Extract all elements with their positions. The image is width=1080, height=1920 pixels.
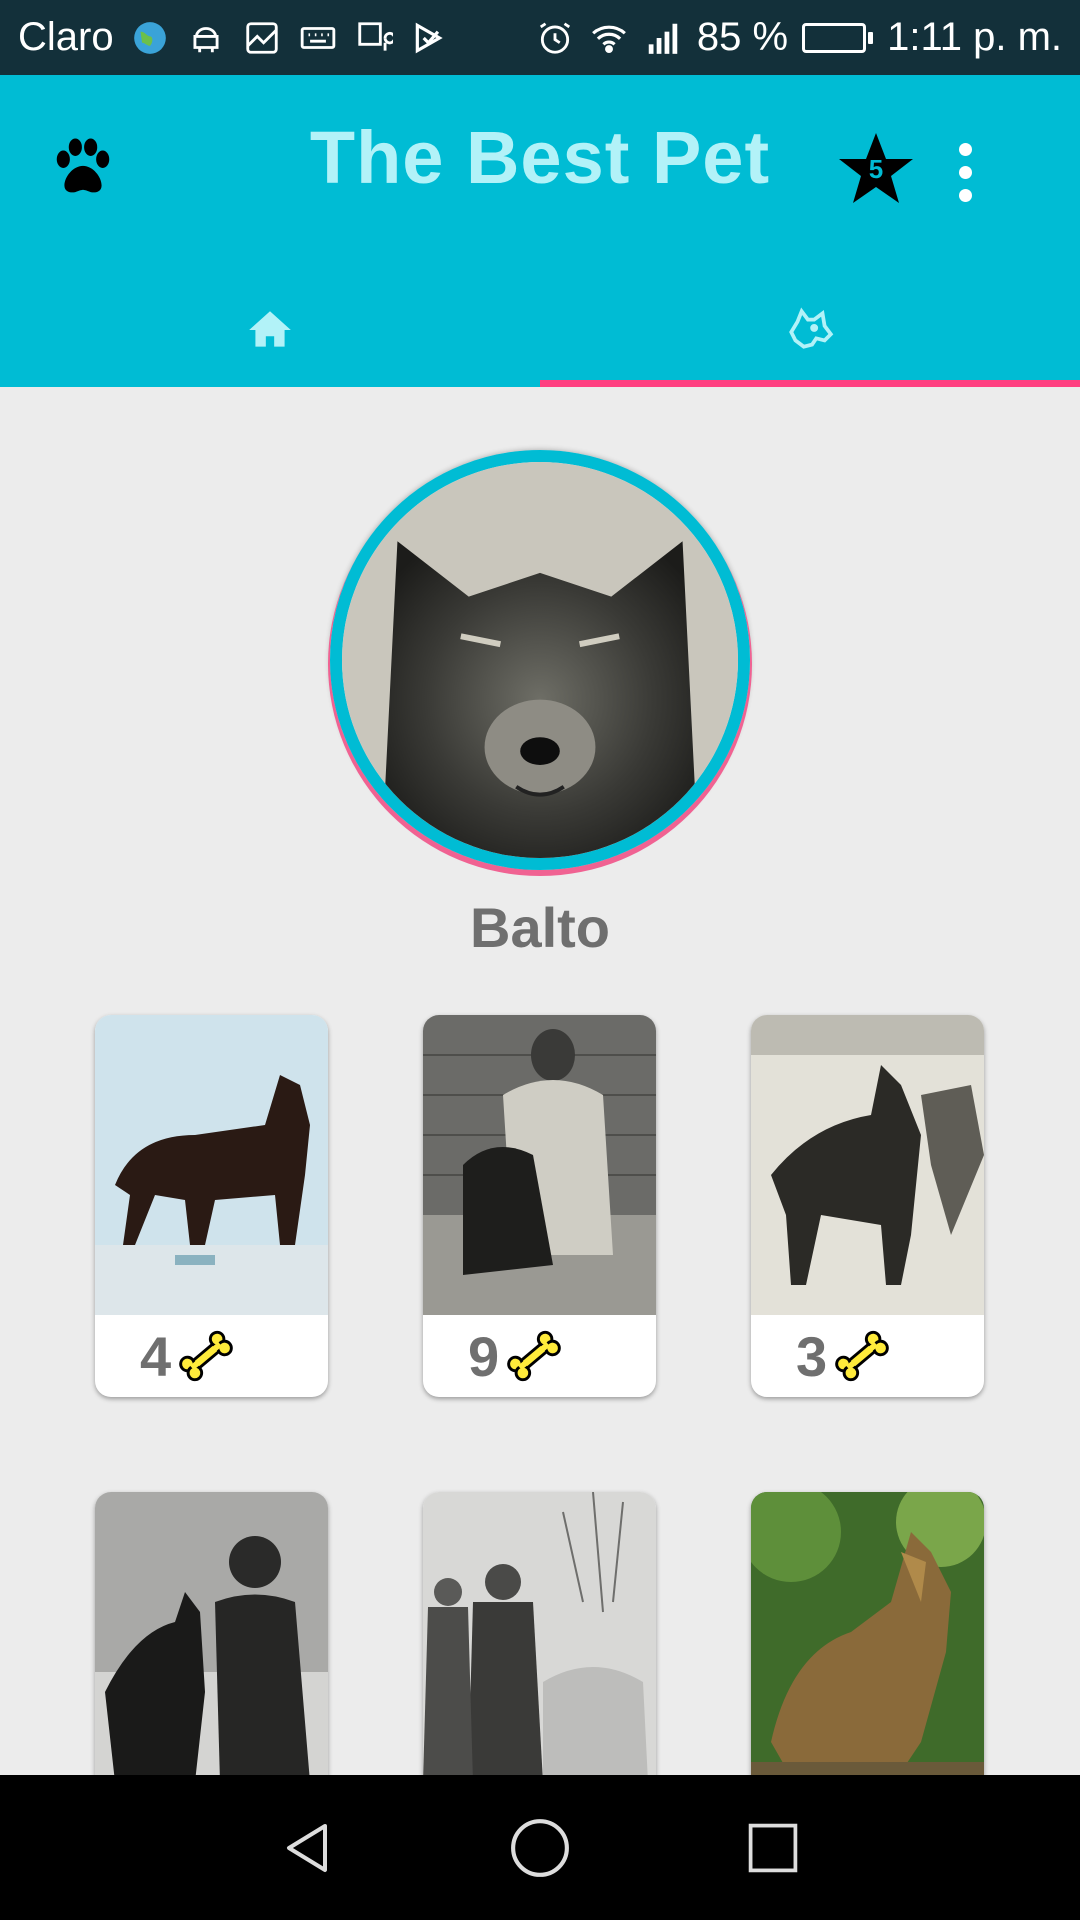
image-icon [242,18,282,58]
photo-balto-exhibit [95,1015,328,1315]
photo-balto-musher [423,1015,656,1315]
recents-icon[interactable] [738,1813,808,1883]
bone-icon[interactable] [831,1325,893,1387]
android-icon [186,18,226,58]
pet-name: Balto [470,896,610,959]
battery-charging-icon [802,22,874,53]
app-title: The Best Pet [309,116,771,199]
photo-footer: 4 [95,1315,328,1397]
status-bar: Claro 85 % 1:11 p. m. [0,0,1080,75]
system-nav-bar [0,1775,1080,1920]
photo-card[interactable]: 3 [751,1015,984,1397]
dog-head-icon [789,307,834,349]
wifi-icon [589,18,629,58]
check-icon [410,18,450,58]
like-count: 4 [140,1324,172,1388]
photo-card[interactable]: 4 [95,1015,328,1397]
like-count: 3 [796,1324,828,1388]
photo-card[interactable]: 9 [423,1015,656,1397]
tab-home[interactable] [0,311,540,387]
carrier-label: Claro [18,15,114,59]
star-count: 5 [868,153,884,184]
photo-balto-snow [751,1015,984,1315]
photo-balto-child [95,1492,328,1792]
globe-icon [130,18,170,58]
overflow-menu-button[interactable] [940,129,990,215]
app-bar: The Best Pet 5 [0,75,1080,387]
favorites-star-button[interactable]: 5 [836,129,916,209]
bone-icon[interactable] [175,1325,237,1387]
toolbar: The Best Pet 5 [0,75,1080,245]
clock: 1:11 p. m. [887,15,1062,59]
keyboard-icon [298,18,338,58]
home-icon [249,311,291,347]
pet-avatar [330,450,750,870]
photo-balto-statue [751,1492,984,1792]
photo-card[interactable] [95,1492,328,1792]
photo-card[interactable] [423,1492,656,1792]
maps-icon [354,18,394,58]
tab-indicator [540,380,1080,387]
battery-percent: 85 % [696,15,789,59]
tab-bar [0,307,1080,387]
photo-footer: 9 [423,1315,656,1397]
home-circle-icon[interactable] [505,1813,575,1883]
tab-pet-profile[interactable] [540,307,1080,387]
photo-footer: 3 [751,1315,984,1397]
bone-icon[interactable] [503,1325,565,1387]
photo-card[interactable] [751,1492,984,1792]
alarm-icon [535,18,575,58]
back-icon[interactable] [272,1813,342,1883]
photo-men-coats [423,1492,656,1792]
like-count: 9 [468,1324,500,1388]
signal-icon [643,18,683,58]
